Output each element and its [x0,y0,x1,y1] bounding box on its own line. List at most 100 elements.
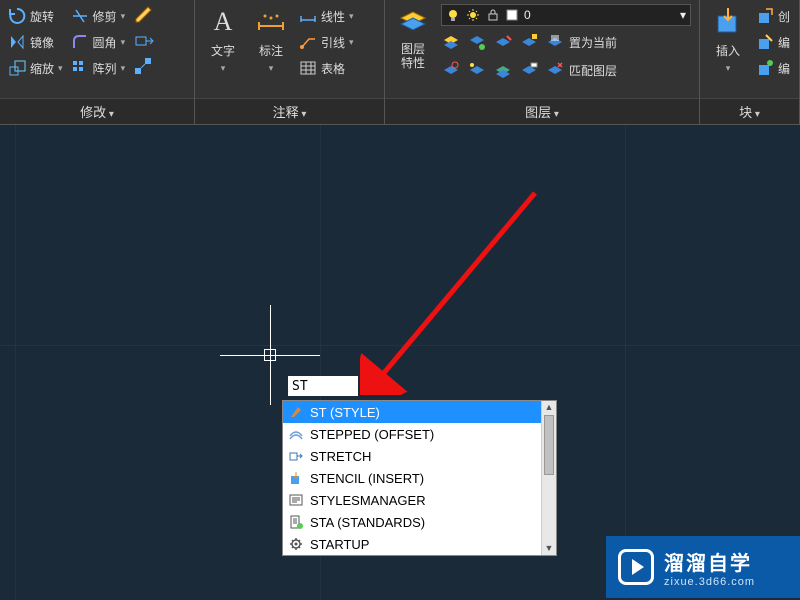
insert-button[interactable]: 插入 ▾ [704,4,752,76]
leader-label: 引线 [321,34,345,51]
layer-tool-icon[interactable] [467,60,487,80]
insert-icon [288,470,304,486]
dropdown-icon[interactable]: ▾ [349,37,354,48]
edit-attr-icon [756,59,774,77]
dropdown-icon[interactable]: ▾ [121,63,126,74]
layer-properties-button[interactable]: 图层 特性 [389,4,437,73]
layer-tool-icon[interactable] [545,32,565,52]
autocomplete-item-label: ST (STYLE) [310,405,380,420]
layer-tool-icon[interactable] [493,60,513,80]
panel-title-block[interactable]: 块 [700,98,799,124]
text-icon: A [207,6,239,38]
panel-title-annotate[interactable]: 注释 [195,98,384,124]
array-button[interactable]: 阵列 ▾ [67,56,130,80]
scroll-up-icon[interactable]: ▲ [542,401,556,414]
fillet-icon [71,33,89,51]
scale-icon [8,59,26,77]
dropdown-icon[interactable]: ▾ [269,63,274,74]
match-layer-label[interactable]: 匹配图层 [569,62,617,79]
mirror-label: 镜像 [30,34,54,51]
gear-icon [288,536,304,552]
dropdown-icon[interactable]: ▾ [726,63,731,74]
layer-tool-icon[interactable] [493,32,513,52]
autocomplete-scrollbar[interactable]: ▲ ▼ [541,401,556,555]
mirror-button[interactable]: 镜像 [4,30,67,54]
linetype-icon [299,7,317,25]
autocomplete-item[interactable]: STENCIL (INSERT) [283,467,556,489]
table-label: 表格 [321,60,345,77]
autocomplete-item[interactable]: STA (STANDARDS) [283,511,556,533]
pencil-icon[interactable] [133,4,155,26]
offset-icon [288,426,304,442]
autocomplete-item-label: STEPPED (OFFSET) [310,427,434,442]
autocomplete-item-label: STYLESMANAGER [310,493,426,508]
dropdown-icon[interactable]: ▾ [121,37,126,48]
layer-properties-icon [397,6,429,38]
dropdown-icon[interactable]: ▾ [221,63,226,74]
table-icon [299,59,317,77]
layer-dropdown[interactable]: 0 ▾ [441,4,691,26]
layer-tool-icon[interactable] [441,60,461,80]
table-button[interactable]: 表格 [295,56,358,80]
watermark-sub: zixue.3d66.com [664,576,755,588]
rotate-button[interactable]: 旋转 [4,4,67,28]
rotate-icon [8,7,26,25]
grid-line [0,345,800,346]
autocomplete-item[interactable]: STYLESMANAGER [283,489,556,511]
layer-tool-icon[interactable] [545,60,565,80]
panel-title-layer[interactable]: 图层 [385,98,699,124]
scroll-down-icon[interactable]: ▼ [542,542,556,555]
insert-icon [712,6,744,38]
dropdown-icon[interactable]: ▾ [349,11,354,22]
panel-layer: 图层 特性 0 ▾ [385,0,700,124]
autocomplete-item-label: STARTUP [310,537,369,552]
crosshair-box [264,349,276,361]
autocomplete-item[interactable]: STRETCH [283,445,556,467]
edit-icon [756,33,774,51]
scale-button[interactable]: 缩放 ▾ [4,56,67,80]
linetype-button[interactable]: 线性 ▾ [295,4,358,28]
array-icon [71,59,89,77]
standards-icon [288,514,304,530]
layer-tool-icon[interactable] [519,60,539,80]
explode-icon[interactable] [133,56,155,78]
leader-icon [299,33,317,51]
autocomplete-item[interactable]: STARTUP [283,533,556,555]
panel-block: 插入 ▾ 创 编 编 块 [700,0,800,124]
grid-line [625,125,626,600]
dropdown-icon[interactable]: ▾ [121,11,126,22]
ribbon: 旋转 镜像 缩放 ▾ [0,0,800,125]
array-label: 阵列 [93,60,117,77]
command-input[interactable] [288,376,358,396]
layer-tool-icon[interactable] [519,32,539,52]
scroll-thumb[interactable] [544,415,554,475]
svg-text:A: A [214,7,233,36]
linetype-label: 线性 [321,8,345,25]
create-label: 创 [778,8,790,25]
stretch-icon [288,448,304,464]
edit-attr-button[interactable]: 编 [752,56,794,80]
edit-block-button[interactable]: 编 [752,30,794,54]
dropdown-icon[interactable]: ▾ [58,63,63,74]
panel-annotate: A 文字 ▾ 标注 ▾ 线性 ▾ [195,0,385,124]
play-icon [618,549,654,585]
fillet-button[interactable]: 圆角 ▾ [67,30,130,54]
style-icon [288,404,304,420]
text-button[interactable]: A 文字 ▾ [199,4,247,76]
fillet-label: 圆角 [93,34,117,51]
panel-title-modify[interactable]: 修改 [0,98,194,124]
trim-button[interactable]: 修剪 ▾ [67,4,130,28]
layer-name: 0 [524,8,531,22]
set-current-label[interactable]: 置为当前 [569,34,617,51]
create-block-button[interactable]: 创 [752,4,794,28]
text-label: 文字 [211,42,235,59]
insert-label: 插入 [716,42,740,59]
autocomplete-item[interactable]: ST (STYLE) [283,401,556,423]
autocomplete-item[interactable]: STEPPED (OFFSET) [283,423,556,445]
bulb-icon [446,8,460,22]
stretch-icon[interactable] [133,30,155,52]
layer-tool-icon[interactable] [441,32,461,52]
leader-button[interactable]: 引线 ▾ [295,30,358,54]
layer-tool-icon[interactable] [467,32,487,52]
dimension-button[interactable]: 标注 ▾ [247,4,295,76]
